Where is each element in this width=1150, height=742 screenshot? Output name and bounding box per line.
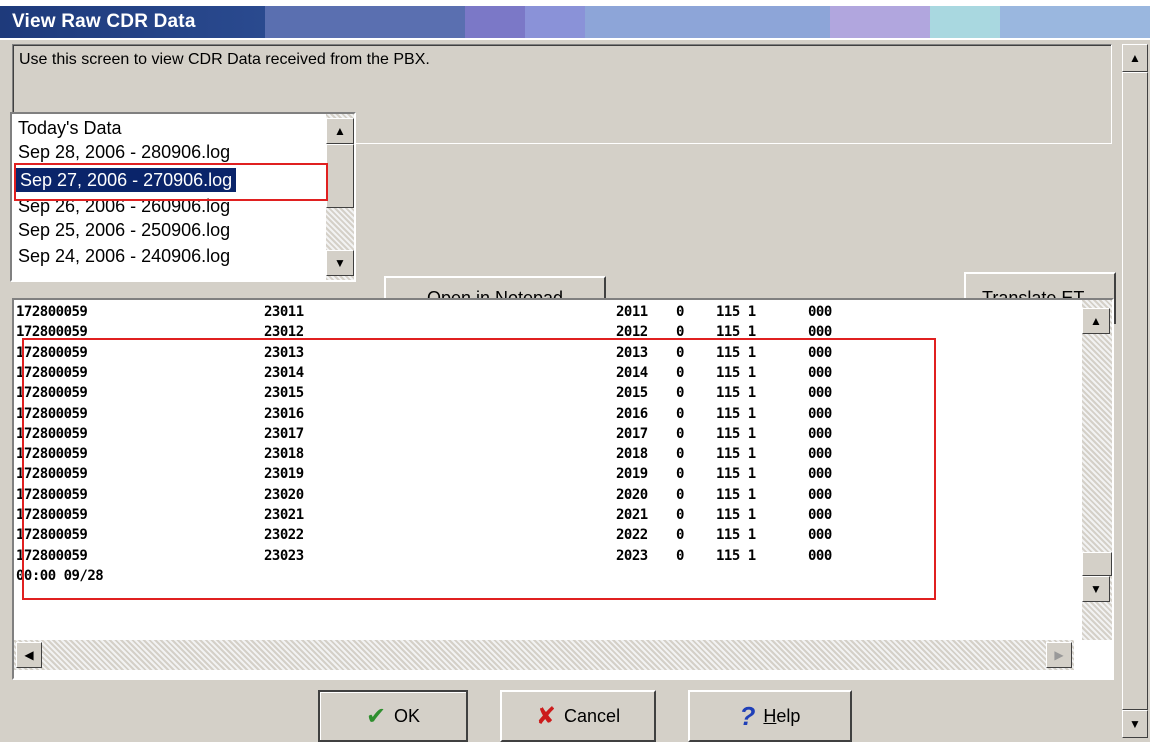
window-scrollbar[interactable]: ▲ ▼ [1120, 40, 1150, 742]
scroll-up-button[interactable]: ▲ [1122, 44, 1148, 72]
cdr-cell: 2011 [616, 304, 648, 320]
help-button[interactable]: ? Help [688, 690, 852, 742]
window-title: View Raw CDR Data [12, 11, 196, 32]
question-mark-icon: ? [739, 700, 756, 731]
cancel-label: Cancel [564, 705, 621, 726]
scroll-up-button[interactable]: ▲ [326, 118, 354, 144]
title-bar-segment [465, 6, 525, 38]
scroll-down-button[interactable]: ▼ [1122, 710, 1148, 738]
title-bar-segment [585, 6, 830, 38]
checkmark-icon: ✔ [365, 702, 387, 730]
help-label: Help [763, 705, 801, 726]
dialog-window: View Raw CDR Data Use this screen to vie… [0, 0, 1150, 742]
scroll-down-button[interactable]: ▼ [326, 250, 354, 276]
list-item[interactable]: Sep 25, 2006 - 250906.log [18, 218, 230, 242]
cdr-cell: 23011 [264, 304, 304, 320]
title-bar-segment [265, 6, 465, 38]
title-bar-segment [1000, 6, 1150, 38]
scroll-left-button[interactable]: ◀ [16, 642, 42, 668]
ok-label: OK [394, 705, 421, 726]
ok-button[interactable]: ✔ OK [318, 690, 468, 742]
scroll-up-button[interactable]: ▲ [1082, 308, 1110, 334]
scroll-down-button[interactable]: ▼ [1082, 576, 1110, 602]
list-scroll-thumb[interactable] [326, 144, 354, 208]
cdr-cell: 172800059 [16, 304, 88, 320]
data-scroll-thumb[interactable] [1082, 552, 1112, 576]
cdr-cell: 115 1 [716, 304, 756, 320]
list-item[interactable]: Today's Data [18, 116, 122, 140]
title-bar-segment [930, 6, 1000, 38]
list-item[interactable]: Sep 24, 2006 - 240906.log [18, 244, 230, 268]
title-bar[interactable]: View Raw CDR Data [0, 0, 1150, 40]
window-scroll-thumb[interactable] [1122, 72, 1148, 710]
description-text: Use this screen to view CDR Data receive… [19, 51, 430, 68]
cdr-cell: 000 [808, 304, 832, 320]
list-item[interactable]: Sep 28, 2006 - 280906.log [18, 140, 230, 164]
cdr-cell: 0 [676, 304, 684, 320]
data-horizontal-scrollbar[interactable] [14, 640, 1074, 670]
title-bar-segment [525, 6, 585, 38]
x-icon: ✘ [535, 702, 557, 730]
selection-highlight-outline [14, 163, 328, 201]
title-bar-segment [830, 6, 930, 38]
scroll-right-button[interactable]: ▶ [1046, 642, 1072, 668]
cancel-button[interactable]: ✘ Cancel [500, 690, 656, 742]
data-highlight-outline [22, 338, 936, 600]
